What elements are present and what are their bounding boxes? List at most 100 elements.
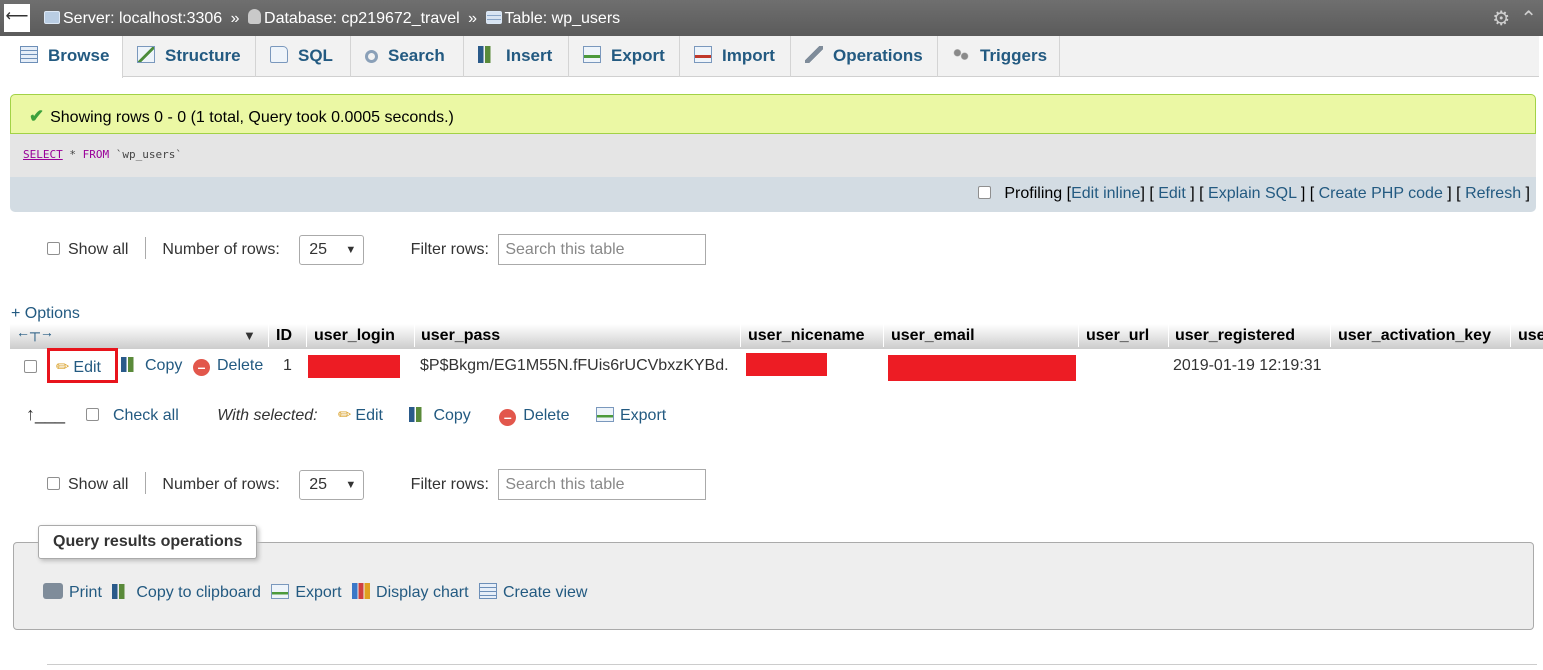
- back-arrow-icon[interactable]: ⟵: [4, 4, 30, 32]
- delete-icon: –: [193, 359, 210, 376]
- refresh-link[interactable]: Refresh: [1465, 185, 1521, 202]
- tab-triggers[interactable]: Triggers: [938, 36, 1060, 77]
- breadcrumb-bar: ⟵ Server: localhost:3306 » Database: cp2…: [0, 0, 1543, 36]
- breadcrumb-separator: »: [230, 10, 240, 27]
- copy-clipboard-label: Copy to clipboard: [136, 584, 261, 601]
- tab-browse[interactable]: Browse: [10, 36, 123, 78]
- cell-id[interactable]: 1: [283, 357, 292, 375]
- tab-label: Structure: [165, 46, 241, 65]
- column-header-user-url[interactable]: user_url: [1086, 327, 1149, 345]
- tab-insert[interactable]: Insert: [464, 36, 569, 77]
- tab-search[interactable]: Search: [351, 36, 464, 77]
- success-message: ✔ Showing rows 0 - 0 (1 total, Query took…: [10, 94, 1536, 134]
- gear-icon[interactable]: ⚙: [1492, 8, 1510, 30]
- breadcrumb-tools: ⚙ ⌃: [1482, 6, 1537, 31]
- results-table-header: ←┬→ ▼ ID user_login user_pass user_nicen…: [10, 322, 1543, 349]
- divider: [144, 472, 146, 494]
- sql-query-display: SELECT * FROM `wp_users`: [10, 134, 1536, 177]
- bulk-copy-button[interactable]: Copy: [409, 407, 471, 425]
- sql-keyword-from: FROM: [82, 148, 110, 161]
- collapse-icon[interactable]: ⌃: [1520, 8, 1537, 30]
- tab-label: Browse: [48, 46, 110, 65]
- breadcrumb-table[interactable]: Table: wp_users: [505, 10, 621, 27]
- row-copy-link[interactable]: Copy: [121, 357, 182, 375]
- row-checkbox[interactable]: [24, 359, 37, 377]
- sql-links-bar: Profiling [Edit inline] [ Edit ] [ Expla…: [10, 177, 1536, 212]
- edit-link[interactable]: Edit: [1158, 185, 1186, 202]
- cell-user-registered[interactable]: 2019-01-19 12:19:31: [1173, 357, 1322, 375]
- column-header-user-activation-key[interactable]: user_activation_key: [1338, 327, 1491, 345]
- column-divider: [306, 322, 307, 347]
- show-all-label: Show all: [68, 476, 129, 493]
- column-resize-arrows-icon[interactable]: ←┬→: [16, 324, 54, 340]
- filter-rows-input[interactable]: Search this table: [498, 234, 707, 266]
- rows-select[interactable]: 25 ▼: [299, 469, 365, 500]
- profiling-label: Profiling: [1004, 185, 1063, 202]
- show-all-checkbox[interactable]: [47, 242, 60, 255]
- show-all-label: Show all: [68, 241, 129, 258]
- tab-operations[interactable]: Operations: [791, 36, 938, 77]
- chart-icon: [352, 583, 371, 599]
- search-icon: [365, 50, 378, 63]
- create-php-code-link[interactable]: Create PHP code: [1319, 185, 1443, 202]
- tab-label: Triggers: [980, 46, 1048, 65]
- check-all-checkbox[interactable]: [85, 407, 99, 425]
- redacted-user-login: [308, 355, 400, 378]
- bulk-delete-button[interactable]: – Delete: [499, 407, 570, 426]
- profiling-checkbox[interactable]: [978, 186, 992, 199]
- explain-sql-link[interactable]: Explain SQL: [1208, 185, 1296, 202]
- row-copy-label: Copy: [145, 357, 183, 374]
- rows-value: 25: [309, 475, 328, 493]
- print-link[interactable]: Print: [43, 583, 102, 601]
- bulk-edit-button[interactable]: ✏ Edit: [338, 405, 383, 425]
- row-delete-link[interactable]: – Delete: [193, 357, 263, 376]
- export-link[interactable]: Export: [271, 584, 342, 601]
- column-header-id[interactable]: ID: [276, 327, 292, 345]
- cell-user-pass[interactable]: $P$Bkgm/EG1M55N.fFUis6rUCVbxzKYBd.: [420, 357, 729, 375]
- filter-rows-input[interactable]: Search this table: [498, 469, 707, 501]
- rows-label: Number of rows:: [162, 476, 280, 493]
- bulk-copy-label: Copy: [433, 407, 471, 424]
- copy-to-clipboard-link[interactable]: Copy to clipboard: [112, 584, 261, 601]
- filter-label: Filter rows:: [410, 476, 489, 493]
- check-all-link[interactable]: Check all: [113, 407, 179, 425]
- column-header-user-registered[interactable]: user_registered: [1175, 327, 1295, 345]
- options-toggle[interactable]: + Options: [11, 305, 80, 323]
- create-view-link[interactable]: Create view: [478, 583, 588, 601]
- display-chart-label: Display chart: [376, 584, 469, 601]
- insert-icon: [478, 46, 496, 63]
- column-header-user-email[interactable]: user_email: [891, 327, 975, 345]
- dropdown-arrow-icon: ▼: [345, 243, 357, 256]
- checkmark-icon: ✔: [29, 106, 45, 126]
- sql-keyword-select[interactable]: SELECT: [23, 148, 63, 161]
- export-label: Export: [295, 584, 342, 601]
- display-chart-link[interactable]: Display chart: [352, 583, 469, 601]
- column-header-user-login[interactable]: user_login: [314, 327, 395, 345]
- column-divider: [883, 322, 884, 347]
- tab-structure[interactable]: Structure: [123, 36, 256, 77]
- column-header-user-pass[interactable]: user_pass: [421, 327, 500, 345]
- bulk-export-button[interactable]: Export: [595, 407, 666, 425]
- tab-label: Operations: [833, 46, 923, 65]
- tab-sql[interactable]: SQL: [256, 36, 351, 77]
- structure-icon: [137, 46, 155, 63]
- column-divider: [1510, 322, 1511, 347]
- show-all-checkbox[interactable]: [47, 477, 60, 490]
- bulk-actions-bar: ↑___ Check all With selected: ✏ Edit Copy…: [26, 404, 666, 428]
- tab-import[interactable]: Import: [680, 36, 791, 77]
- rows-label: Number of rows:: [162, 241, 280, 258]
- column-header-user-nicename[interactable]: user_nicename: [748, 327, 865, 345]
- edit-inline-link[interactable]: Edit inline: [1071, 185, 1140, 202]
- rows-select[interactable]: 25 ▼: [299, 234, 365, 265]
- tab-label: Insert: [506, 46, 553, 65]
- table-row: ✏ Edit Copy – Delete 1 $P$Bkgm/EG1M55N.fFU…: [10, 352, 1543, 382]
- triggers-icon: [952, 46, 970, 63]
- query-results-operations-title: Query results operations: [38, 525, 258, 559]
- breadcrumb-database[interactable]: Database: cp219672_travel: [264, 10, 460, 27]
- message-text: Showing rows 0 - 0 (1 total, Query took …: [50, 109, 454, 126]
- tab-export[interactable]: Export: [569, 36, 680, 77]
- sort-dropdown-icon[interactable]: ▼: [243, 328, 256, 343]
- create-view-label: Create view: [502, 584, 588, 601]
- column-header-truncated[interactable]: use: [1518, 327, 1543, 345]
- breadcrumb-server[interactable]: Server: localhost:3306: [63, 10, 222, 27]
